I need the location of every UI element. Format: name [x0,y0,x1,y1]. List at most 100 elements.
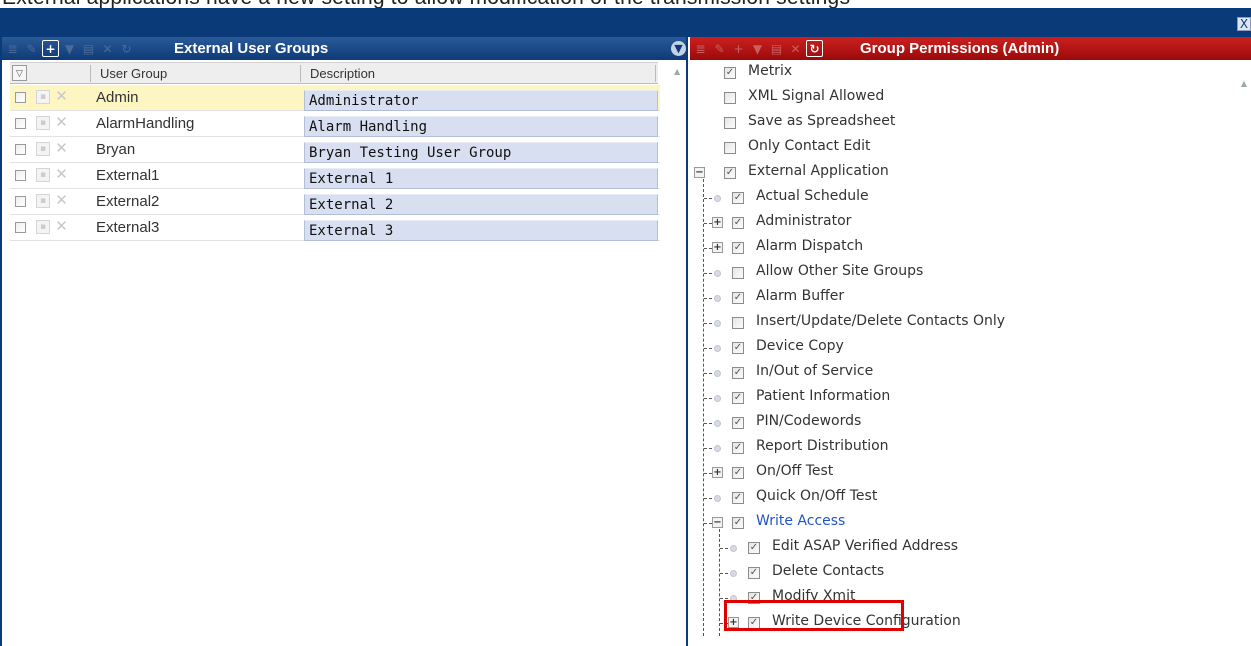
collapse-tree-icon[interactable]: − [694,167,705,178]
scroll-up-icon[interactable]: ▲ [674,67,680,76]
scroll-up-icon[interactable]: ▲ [1241,79,1247,88]
permission-label[interactable]: Insert/Update/Delete Contacts Only [756,313,1005,329]
user-group-cell[interactable]: AlarmHandling [96,115,194,132]
permission-label[interactable]: Only Contact Edit [748,138,871,154]
row-checkbox[interactable] [15,144,26,155]
table-row[interactable]: ▪ ✕ External1 External 1 [10,163,660,189]
row-delete-icon[interactable]: ✕ [54,141,69,156]
permission-checkbox[interactable]: ✓ [748,542,760,554]
tree-node[interactable]: Save as Spreadsheet [690,111,1235,136]
row-save-icon[interactable]: ▪ [36,142,50,156]
tree-node[interactable]: + ✓ Administrator [690,211,1235,236]
permission-checkbox[interactable] [724,142,736,154]
permission-checkbox[interactable]: ✓ [732,367,744,379]
tree-node[interactable]: ✓ Alarm Buffer [690,286,1235,311]
user-group-cell[interactable]: External1 [96,167,159,184]
tree-node[interactable]: ✓ Patient Information [690,386,1235,411]
row-delete-icon[interactable]: ✕ [54,193,69,208]
user-group-cell[interactable]: Admin [96,89,139,106]
tree-node[interactable]: ✓ Metrix [690,61,1235,86]
column-user-group[interactable]: User Group [100,66,167,81]
table-row[interactable]: ▪ ✕ Admin Administrator [10,85,660,111]
user-group-cell[interactable]: Bryan [96,141,135,158]
tree-node[interactable]: ✓ Report Distribution [690,436,1235,461]
permission-label[interactable]: Delete Contacts [772,563,884,579]
permission-checkbox[interactable] [724,92,736,104]
tree-node[interactable]: ✓ Delete Contacts [690,561,1235,586]
description-cell[interactable]: External 1 [304,168,658,189]
edit-icon[interactable]: ✎ [23,40,40,57]
row-save-icon[interactable]: ▪ [36,116,50,130]
description-cell[interactable]: Bryan Testing User Group [304,142,658,163]
permission-checkbox[interactable] [732,317,744,329]
refresh-icon[interactable]: ↻ [118,40,135,57]
tree-node[interactable]: Insert/Update/Delete Contacts Only [690,311,1235,336]
permission-label[interactable]: External Application [748,163,889,179]
permission-checkbox[interactable]: ✓ [724,167,736,179]
permission-checkbox[interactable]: ✓ [732,517,744,529]
permission-label[interactable]: Edit ASAP Verified Address [772,538,958,554]
permission-label[interactable]: Allow Other Site Groups [756,263,923,279]
permission-label[interactable]: Write Access [756,513,845,529]
tree-node[interactable]: + ✓ Alarm Dispatch [690,236,1235,261]
list-icon[interactable]: ≣ [4,40,21,57]
tree-node[interactable]: ✓ Quick On/Off Test [690,486,1235,511]
permission-label[interactable]: Patient Information [756,388,890,404]
filter-icon[interactable]: ▼ [61,40,78,57]
table-row[interactable]: ▪ ✕ Bryan Bryan Testing User Group [10,137,660,163]
user-group-cell[interactable]: External3 [96,219,159,236]
tree-node[interactable]: ✓ Edit ASAP Verified Address [690,536,1235,561]
column-description[interactable]: Description [310,66,375,81]
expand-tree-icon[interactable]: + [712,217,723,228]
permission-checkbox[interactable] [724,117,736,129]
row-save-icon[interactable]: ▪ [36,194,50,208]
row-delete-icon[interactable]: ✕ [54,167,69,182]
permission-checkbox[interactable]: ✓ [732,442,744,454]
add-icon[interactable]: + [730,40,747,57]
permission-label[interactable]: PIN/Codewords [756,413,861,429]
delete-icon[interactable]: ✕ [787,40,804,57]
permission-checkbox[interactable]: ✓ [732,242,744,254]
permission-checkbox[interactable] [732,267,744,279]
collapse-tree-icon[interactable]: − [712,517,723,528]
row-delete-icon[interactable]: ✕ [54,89,69,104]
save-icon[interactable]: ▤ [80,40,97,57]
permission-label[interactable]: Metrix [748,63,792,79]
permission-checkbox[interactable]: ✓ [732,342,744,354]
permission-checkbox[interactable]: ✓ [732,417,744,429]
tree-node[interactable]: ✓ Actual Schedule [690,186,1235,211]
collapse-icon[interactable]: ▼ [671,41,686,56]
table-row[interactable]: ▪ ✕ AlarmHandling Alarm Handling [10,111,660,137]
refresh-icon[interactable]: ↻ [806,40,823,57]
row-checkbox[interactable] [15,92,26,103]
expand-tree-icon[interactable]: + [712,242,723,253]
permission-checkbox[interactable]: ✓ [732,467,744,479]
table-row[interactable]: ▪ ✕ External3 External 3 [10,215,660,241]
tree-node[interactable]: XML Signal Allowed [690,86,1235,111]
permission-checkbox[interactable]: ✓ [732,192,744,204]
tree-node[interactable]: − ✓ Write Access [690,511,1235,536]
permission-checkbox[interactable]: ✓ [724,67,736,79]
save-icon[interactable]: ▤ [768,40,785,57]
permission-label[interactable]: Device Copy [756,338,844,354]
permission-label[interactable]: Save as Spreadsheet [748,113,895,129]
permission-label[interactable]: Alarm Dispatch [756,238,863,254]
permission-checkbox[interactable]: ✓ [732,217,744,229]
permission-checkbox[interactable]: ✓ [732,292,744,304]
permission-label[interactable]: XML Signal Allowed [748,88,884,104]
row-delete-icon[interactable]: ✕ [54,115,69,130]
row-checkbox[interactable] [15,170,26,181]
user-group-cell[interactable]: External2 [96,193,159,210]
delete-icon[interactable]: ✕ [99,40,116,57]
edit-icon[interactable]: ✎ [711,40,728,57]
tree-node[interactable]: ✓ In/Out of Service [690,361,1235,386]
permission-label[interactable]: On/Off Test [756,463,833,479]
permission-label[interactable]: Actual Schedule [756,188,869,204]
row-checkbox[interactable] [15,222,26,233]
permission-label[interactable]: Administrator [756,213,851,229]
tree-node[interactable]: + ✓ On/Off Test [690,461,1235,486]
row-delete-icon[interactable]: ✕ [54,219,69,234]
permission-label[interactable]: Report Distribution [756,438,889,454]
add-icon[interactable]: + [42,40,59,57]
row-save-icon[interactable]: ▪ [36,90,50,104]
